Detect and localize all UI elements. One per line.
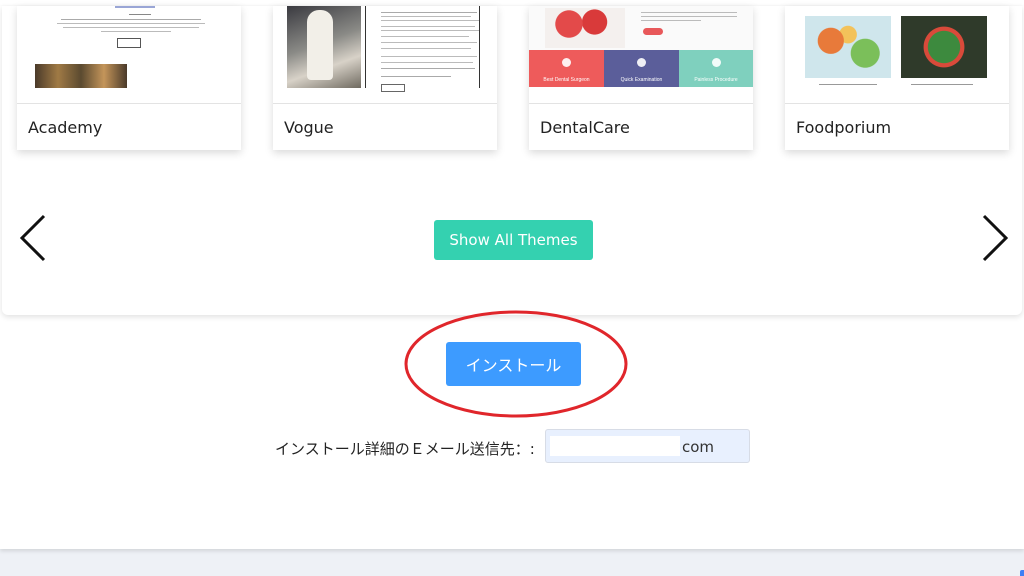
theme-thumbnail-dentalcare: Best Dental Surgeon Quick Examination Pa… xyxy=(529,6,753,104)
theme-title: Foodporium xyxy=(796,118,892,137)
page-panel: Academy Vogue Best Dental Surgeon Quick … xyxy=(0,6,1024,549)
corner-indicator xyxy=(1020,570,1024,576)
theme-carousel: Academy Vogue Best Dental Surgeon Quick … xyxy=(2,6,1022,315)
theme-thumbnail-vogue xyxy=(273,6,497,104)
theme-title: DentalCare xyxy=(540,118,630,137)
email-domain-suffix: com xyxy=(682,438,715,456)
theme-card-foodporium[interactable]: Foodporium xyxy=(785,6,1009,150)
carousel-prev-button[interactable] xyxy=(16,211,52,265)
feature-tile: Best Dental Surgeon xyxy=(529,50,604,87)
theme-card-academy[interactable]: Academy xyxy=(17,6,241,150)
theme-title: Vogue xyxy=(284,118,334,137)
email-label: インストール詳細のＥメール送信先：: xyxy=(275,440,535,458)
email-field[interactable]: com xyxy=(545,429,750,463)
theme-card-dentalcare[interactable]: Best Dental Surgeon Quick Examination Pa… xyxy=(529,6,753,150)
feature-tile: Quick Examination xyxy=(604,50,679,87)
carousel-next-button[interactable] xyxy=(976,211,1012,265)
theme-title: Academy xyxy=(28,118,103,137)
chevron-left-icon xyxy=(19,214,46,262)
theme-thumbnail-academy xyxy=(17,6,241,104)
chevron-right-icon xyxy=(982,214,1009,262)
install-button[interactable]: インストール xyxy=(446,342,581,386)
theme-thumbnail-foodporium xyxy=(785,6,1009,104)
theme-card-vogue[interactable]: Vogue xyxy=(273,6,497,150)
feature-tile: Painless Procedure xyxy=(679,50,753,87)
redacted-email xyxy=(550,436,680,456)
show-all-themes-button[interactable]: Show All Themes xyxy=(434,220,593,260)
